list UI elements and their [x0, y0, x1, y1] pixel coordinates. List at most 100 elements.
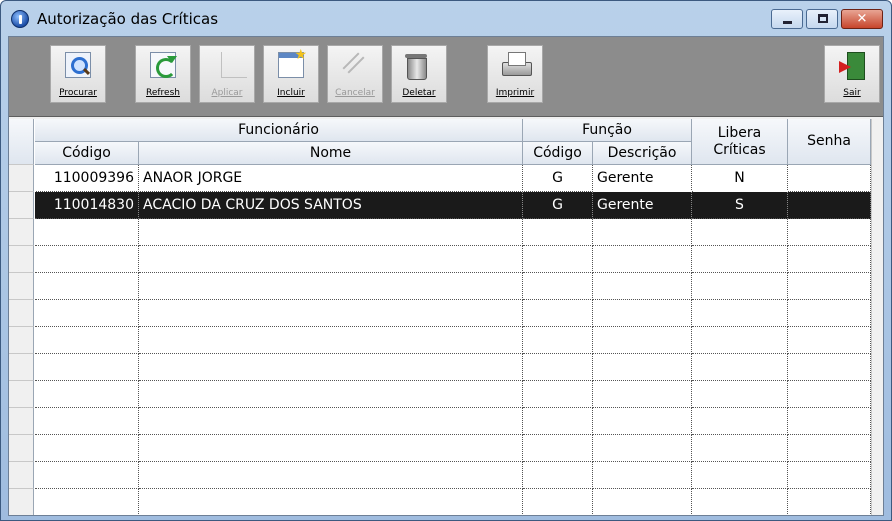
cell-libera-criticas[interactable] — [692, 327, 788, 354]
column-header-descricao[interactable]: Descrição — [593, 142, 692, 165]
cell-descricao[interactable] — [593, 273, 692, 300]
cell-codigo[interactable] — [35, 246, 139, 273]
table-row[interactable] — [35, 273, 871, 300]
cell-libera-criticas[interactable] — [692, 246, 788, 273]
cell-codigo[interactable] — [35, 327, 139, 354]
cell-descricao[interactable] — [593, 219, 692, 246]
cell-descricao[interactable] — [593, 354, 692, 381]
maximize-button[interactable] — [806, 9, 838, 29]
cell-senha[interactable] — [788, 381, 871, 408]
row-indicator[interactable] — [9, 165, 34, 192]
table-row[interactable] — [35, 381, 871, 408]
cell-libera-criticas[interactable] — [692, 381, 788, 408]
cell-codigo[interactable] — [35, 354, 139, 381]
authorization-grid[interactable]: Funcionário Função Libera Críticas Senha… — [9, 119, 883, 515]
cell-funcao-codigo[interactable] — [523, 489, 593, 515]
cell-nome[interactable] — [139, 435, 523, 462]
cell-nome[interactable] — [139, 489, 523, 515]
cell-funcao-codigo[interactable] — [523, 273, 593, 300]
apply-button[interactable]: Aplicar — [199, 45, 255, 103]
cell-senha[interactable] — [788, 408, 871, 435]
table-row[interactable] — [35, 219, 871, 246]
refresh-button[interactable]: Refresh — [135, 45, 191, 103]
row-indicator[interactable] — [9, 435, 34, 462]
cell-senha[interactable] — [788, 354, 871, 381]
column-header-libera-criticas[interactable]: Libera Críticas — [692, 119, 788, 165]
cell-senha[interactable] — [788, 246, 871, 273]
table-row[interactable] — [35, 246, 871, 273]
close-button[interactable]: ✕ — [841, 9, 883, 29]
title-bar[interactable]: Autorização das Críticas ✕ — [1, 1, 891, 35]
cell-libera-criticas[interactable] — [692, 300, 788, 327]
table-row[interactable] — [35, 462, 871, 489]
cell-nome[interactable] — [139, 246, 523, 273]
cell-funcao-codigo[interactable]: G — [523, 192, 593, 219]
cell-codigo[interactable] — [35, 219, 139, 246]
cell-codigo[interactable] — [35, 489, 139, 515]
cell-codigo[interactable]: 110009396 — [35, 165, 139, 192]
cell-libera-criticas[interactable]: N — [692, 165, 788, 192]
cell-nome[interactable] — [139, 354, 523, 381]
cell-descricao[interactable] — [593, 435, 692, 462]
cell-libera-criticas[interactable] — [692, 354, 788, 381]
cell-nome[interactable] — [139, 273, 523, 300]
table-row[interactable] — [35, 435, 871, 462]
cell-senha[interactable] — [788, 165, 871, 192]
print-button[interactable]: Imprimir — [487, 45, 543, 103]
row-indicator[interactable] — [9, 219, 34, 246]
table-row[interactable] — [35, 327, 871, 354]
cell-senha[interactable] — [788, 219, 871, 246]
column-header-nome[interactable]: Nome — [139, 142, 523, 165]
cell-funcao-codigo[interactable] — [523, 408, 593, 435]
cell-senha[interactable] — [788, 489, 871, 515]
cell-descricao[interactable] — [593, 462, 692, 489]
cell-nome[interactable] — [139, 462, 523, 489]
table-row[interactable]: 110009396 ANAOR JORGE G Gerente N — [35, 165, 871, 192]
cell-libera-criticas[interactable] — [692, 462, 788, 489]
cell-descricao[interactable]: Gerente — [593, 165, 692, 192]
cell-codigo[interactable] — [35, 381, 139, 408]
cell-codigo[interactable] — [35, 300, 139, 327]
exit-button[interactable]: Sair — [824, 45, 880, 103]
cell-descricao[interactable] — [593, 381, 692, 408]
column-header-codigo[interactable]: Código — [35, 142, 139, 165]
row-indicator[interactable] — [9, 300, 34, 327]
cell-descricao[interactable]: Gerente — [593, 192, 692, 219]
cell-nome[interactable] — [139, 408, 523, 435]
cell-codigo[interactable]: 110014830 — [35, 192, 139, 219]
cell-senha[interactable] — [788, 435, 871, 462]
table-row[interactable]: 110014830 ACACIO DA CRUZ DOS SANTOS G Geren… — [34, 191, 872, 220]
table-row[interactable] — [35, 354, 871, 381]
cancel-button[interactable]: Cancelar — [327, 45, 383, 103]
cell-libera-criticas[interactable] — [692, 435, 788, 462]
row-indicator[interactable] — [9, 489, 34, 515]
row-indicator[interactable] — [9, 408, 34, 435]
cell-descricao[interactable] — [593, 300, 692, 327]
cell-funcao-codigo[interactable] — [523, 435, 593, 462]
add-button[interactable]: Incluir — [263, 45, 319, 103]
column-header-senha[interactable]: Senha — [788, 119, 871, 165]
cell-funcao-codigo[interactable]: G — [523, 165, 593, 192]
cell-nome[interactable] — [139, 300, 523, 327]
row-indicator[interactable] — [9, 462, 34, 489]
cell-senha[interactable] — [788, 327, 871, 354]
cell-funcao-codigo[interactable] — [523, 327, 593, 354]
search-button[interactable]: Procurar — [50, 45, 106, 103]
row-indicator[interactable] — [9, 354, 34, 381]
cell-nome[interactable] — [139, 327, 523, 354]
cell-funcao-codigo[interactable] — [523, 462, 593, 489]
cell-codigo[interactable] — [35, 408, 139, 435]
app-icon[interactable] — [11, 10, 29, 28]
cell-descricao[interactable] — [593, 408, 692, 435]
cell-senha[interactable] — [788, 300, 871, 327]
cell-funcao-codigo[interactable] — [523, 246, 593, 273]
delete-button[interactable]: Deletar — [391, 45, 447, 103]
cell-nome[interactable] — [139, 219, 523, 246]
cell-descricao[interactable] — [593, 489, 692, 515]
row-indicator[interactable] — [9, 327, 34, 354]
cell-libera-criticas[interactable] — [692, 219, 788, 246]
row-indicator[interactable] — [9, 381, 34, 408]
cell-codigo[interactable] — [35, 435, 139, 462]
cell-descricao[interactable] — [593, 327, 692, 354]
cell-libera-criticas[interactable]: S — [692, 192, 788, 219]
